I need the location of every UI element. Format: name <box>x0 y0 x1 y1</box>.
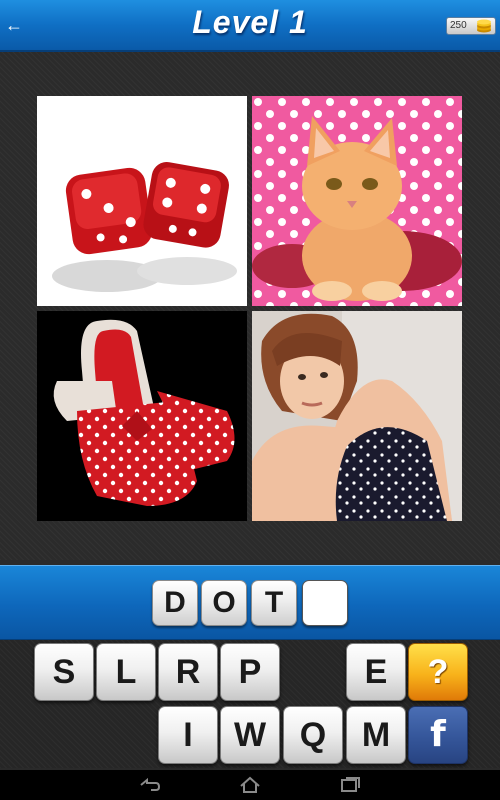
level-title: Level 1 <box>192 4 308 40</box>
letter-keyboard: S L R P E ? I W Q M f <box>0 640 500 768</box>
letter-key[interactable]: R <box>158 643 218 701</box>
nav-home-icon[interactable] <box>238 775 262 795</box>
nav-back-icon[interactable] <box>137 775 161 795</box>
letter-key[interactable]: E <box>346 643 406 701</box>
letter-key[interactable]: Q <box>283 706 343 764</box>
photo-shoes[interactable] <box>37 311 247 521</box>
answer-slot-3[interactable]: T <box>251 580 297 626</box>
system-nav-bar <box>0 770 500 800</box>
nav-recents-icon[interactable] <box>338 775 362 795</box>
letter-key[interactable]: M <box>346 706 406 764</box>
photo-woman[interactable] <box>252 311 462 521</box>
letter-key[interactable]: P <box>220 643 280 701</box>
top-bar: ← Level 1 250 <box>0 0 500 52</box>
answer-slot-4[interactable] <box>302 580 348 626</box>
letter-key[interactable]: W <box>220 706 280 764</box>
coin-count: 250 <box>450 20 467 31</box>
photo-kitten[interactable] <box>252 96 462 306</box>
photo-dice[interactable] <box>37 96 247 306</box>
answer-slot-2[interactable]: O <box>201 580 247 626</box>
letter-key[interactable]: I <box>158 706 218 764</box>
hint-button[interactable]: ? <box>408 643 468 701</box>
answer-slot-1[interactable]: D <box>152 580 198 626</box>
game-screen: ← Level 1 250 D O T S L R P E ? I W Q M … <box>0 0 500 800</box>
coin-counter: 250 <box>446 17 496 35</box>
facebook-share-button[interactable]: f <box>408 706 468 764</box>
answer-bar: D O T <box>0 565 500 641</box>
coin-stack-icon <box>477 19 491 33</box>
letter-key[interactable]: L <box>96 643 156 701</box>
letter-key[interactable]: S <box>34 643 94 701</box>
